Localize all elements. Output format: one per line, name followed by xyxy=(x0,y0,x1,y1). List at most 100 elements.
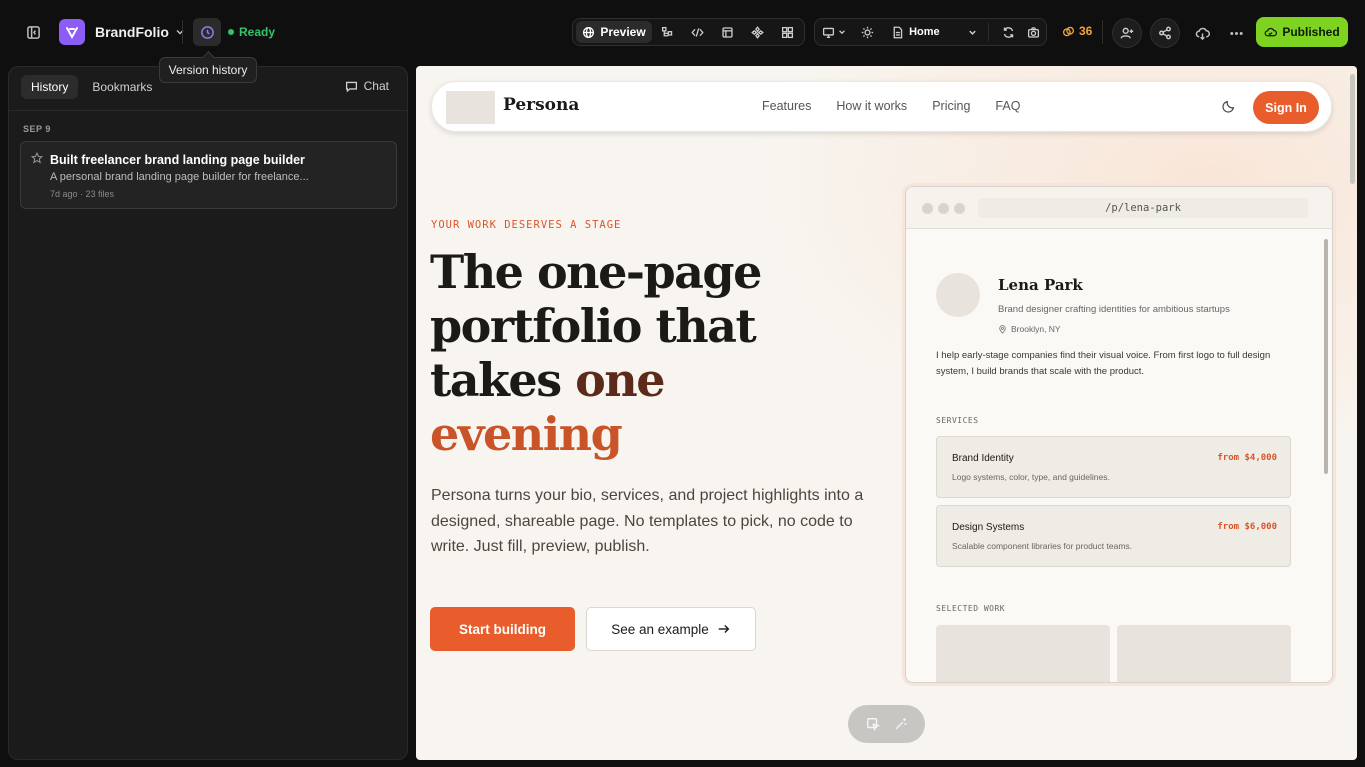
hero-accent-one: one xyxy=(575,353,665,407)
service-card: Design Systems from $6,000 Scalable comp… xyxy=(936,505,1291,567)
work-thumbnail xyxy=(1117,625,1291,682)
see-example-button[interactable]: See an example xyxy=(586,607,756,651)
select-element-icon[interactable] xyxy=(866,717,880,731)
site-preview: Persona Features How it works Pricing FA… xyxy=(416,66,1357,760)
floating-toolbar xyxy=(848,705,925,743)
tab-history[interactable]: History xyxy=(21,75,79,99)
service-desc: Scalable component libraries for product… xyxy=(952,541,1133,551)
service-name: Design Systems xyxy=(952,522,1025,533)
tab-bookmarks[interactable]: Bookmarks xyxy=(82,75,162,99)
brand-logo-icon xyxy=(59,19,85,45)
history-item-description: A personal brand landing page builder fo… xyxy=(50,171,309,183)
chevron-down-icon xyxy=(839,30,846,35)
brand-menu[interactable]: BrandFolio xyxy=(59,19,185,45)
cloud-download-icon[interactable] xyxy=(1188,19,1216,47)
database-icon[interactable] xyxy=(712,21,742,43)
hero-line-1: The one-page xyxy=(430,245,762,299)
profile-location: Brooklyn, NY xyxy=(998,324,1061,334)
history-item-meta: 7d ago · 23 files xyxy=(50,189,115,199)
mock-scrollbar[interactable] xyxy=(1324,239,1328,474)
history-sidebar: History Bookmarks Chat SEP 9 Built freel… xyxy=(8,66,408,760)
see-example-label: See an example xyxy=(611,621,709,637)
globe-icon xyxy=(583,26,595,38)
cloud-check-icon xyxy=(1264,27,1278,36)
tree-icon[interactable] xyxy=(652,21,682,43)
top-bar: BrandFolio Ready Preview Home 36 Publish… xyxy=(0,0,1365,62)
arrow-right-icon xyxy=(718,625,730,633)
chat-icon xyxy=(345,81,357,92)
divider xyxy=(988,23,990,41)
moon-icon[interactable] xyxy=(1222,99,1236,113)
work-thumbnail xyxy=(936,625,1110,682)
magic-wand-icon[interactable] xyxy=(894,717,908,731)
selected-work-header: SELECTED WORK xyxy=(936,604,1006,613)
service-name: Brand Identity xyxy=(952,453,1014,464)
status-text: Ready xyxy=(239,25,276,39)
chevron-down-icon xyxy=(176,29,184,35)
eyebrow-text: YOUR WORK DESERVES A STAGE xyxy=(431,219,622,231)
star-icon[interactable] xyxy=(31,152,43,164)
nav-link-faq[interactable]: FAQ xyxy=(995,99,1020,113)
camera-icon[interactable] xyxy=(1021,21,1046,43)
services-header: SERVICES xyxy=(936,416,979,425)
preview-scrollbar[interactable] xyxy=(1350,74,1355,184)
service-price: from $4,000 xyxy=(1217,453,1277,463)
history-item[interactable]: Built freelancer brand landing page buil… xyxy=(20,141,397,209)
avatar xyxy=(936,273,980,317)
window-dots xyxy=(922,203,965,214)
site-nav: Persona Features How it works Pricing FA… xyxy=(431,81,1332,132)
refresh-icon[interactable] xyxy=(995,21,1020,43)
profile-mockup: /p/lena-park Lena Park Brand designer cr… xyxy=(905,186,1333,683)
site-logo-placeholder[interactable] xyxy=(446,91,495,124)
divider xyxy=(1102,20,1103,44)
service-price: from $6,000 xyxy=(1217,522,1277,532)
divider xyxy=(9,110,407,111)
status-dot xyxy=(228,29,234,35)
brand-name: BrandFolio xyxy=(95,24,169,40)
version-history-icon[interactable] xyxy=(193,18,221,46)
profile-role: Brand designer crafting identities for a… xyxy=(998,304,1230,315)
date-header: SEP 9 xyxy=(23,124,51,134)
hero-line-3: takes one xyxy=(430,353,870,407)
nav-link-features[interactable]: Features xyxy=(762,99,811,113)
hero-heading: The one-page portfolio that takes one ev… xyxy=(430,245,870,461)
service-desc: Logo systems, color, type, and guideline… xyxy=(952,472,1110,482)
chat-label: Chat xyxy=(363,79,389,93)
profile-bio: I help early-stage companies find their … xyxy=(936,350,1271,377)
monitor-icon xyxy=(823,27,835,38)
sign-in-button[interactable]: Sign In xyxy=(1253,91,1319,124)
page-select[interactable]: Home xyxy=(881,21,963,43)
start-building-button[interactable]: Start building xyxy=(430,607,575,651)
coins-icon xyxy=(1062,26,1075,36)
credits-counter[interactable]: 36 xyxy=(1062,24,1092,38)
chevron-down-icon[interactable] xyxy=(963,21,982,43)
invite-user-icon[interactable] xyxy=(1112,18,1142,48)
hero-line-3-text: takes xyxy=(430,353,576,407)
published-button[interactable]: Published xyxy=(1256,17,1348,47)
status-ready: Ready xyxy=(228,25,275,39)
grid-icon[interactable] xyxy=(772,21,802,43)
nav-link-how-it-works[interactable]: How it works xyxy=(836,99,907,113)
hero-line-2: portfolio that xyxy=(430,299,757,353)
components-icon[interactable] xyxy=(742,21,772,43)
nav-link-pricing[interactable]: Pricing xyxy=(932,99,970,113)
view-mode-group: Preview xyxy=(572,18,805,46)
theme-sun-icon[interactable] xyxy=(854,21,881,43)
nav-links: Features How it works Pricing FAQ xyxy=(762,99,1020,113)
hero-accent-evening-text: evening xyxy=(430,407,623,461)
preview-button[interactable]: Preview xyxy=(576,21,652,43)
toggle-sidebar-icon[interactable] xyxy=(19,18,47,46)
site-brand[interactable]: Persona xyxy=(503,95,579,115)
code-icon[interactable] xyxy=(682,21,712,43)
share-icon[interactable] xyxy=(1150,18,1180,48)
chat-button[interactable]: Chat xyxy=(345,79,389,93)
file-icon xyxy=(893,26,903,38)
more-icon[interactable] xyxy=(1222,19,1250,47)
profile-location-text: Brooklyn, NY xyxy=(1011,324,1061,334)
mock-browser-bar: /p/lena-park xyxy=(906,187,1332,229)
profile-name: Lena Park xyxy=(998,276,1083,294)
published-label: Published xyxy=(1282,25,1340,39)
preview-label: Preview xyxy=(600,25,646,39)
device-select[interactable] xyxy=(815,21,854,43)
sidebar-tabs: History Bookmarks xyxy=(21,75,162,99)
